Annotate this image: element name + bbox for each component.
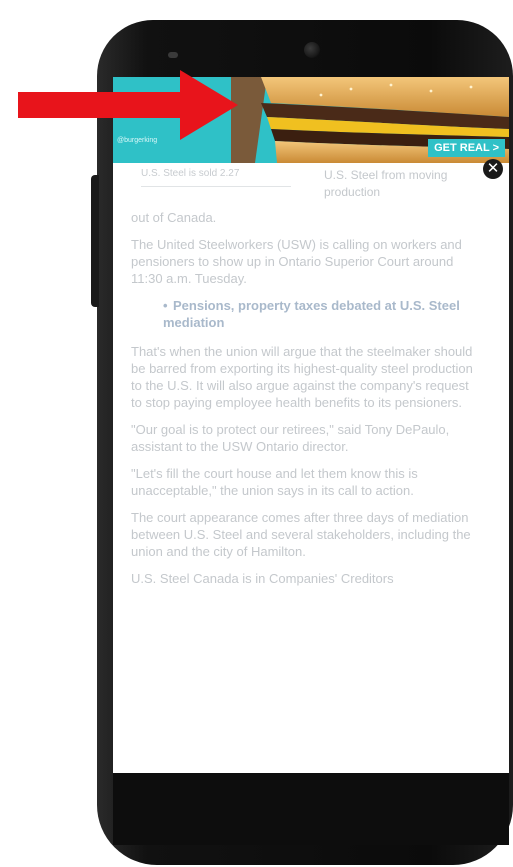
article-paragraph: "Let's fill the court house and let them…	[131, 466, 418, 498]
article-text-fragment: U.S. Steel from moving production	[324, 168, 448, 199]
image-caption: U.S. Steel is sold 2.27	[141, 165, 291, 187]
related-article-link[interactable]: • Pensions, property taxes debated at U.S…	[163, 297, 483, 331]
article-paragraph: "Our goal is to protect our retirees," s…	[131, 422, 450, 454]
article-paragraph: U.S. Steel Canada is in Companies' Credi…	[131, 571, 394, 586]
article-top-row: U.S. Steel is sold 2.27 U.S. Steel from …	[131, 163, 483, 209]
phone-bottom-bezel	[113, 773, 509, 845]
front-camera	[304, 42, 320, 58]
bullet-icon: •	[163, 298, 168, 313]
earpiece-speaker	[168, 52, 178, 58]
get-real-button[interactable]: GET REAL >	[428, 139, 505, 157]
article-paragraph: The United Steelworkers (USW) is calling…	[131, 237, 462, 286]
article-paragraph: The court appearance comes after three d…	[131, 510, 471, 559]
article-body: U.S. Steel is sold 2.27 U.S. Steel from …	[131, 163, 483, 597]
power-button	[91, 175, 99, 307]
related-link-text[interactable]: Pensions, property taxes debated at U.S.…	[163, 298, 460, 330]
article-paragraph: out of Canada.	[131, 210, 217, 225]
phone-screen: @burgerking GET REAL > U.S. Steel is sol…	[113, 77, 509, 773]
article-paragraph: That's when the union will argue that th…	[131, 344, 473, 410]
red-arrow-annotation	[18, 70, 238, 140]
close-icon[interactable]: ✕	[483, 159, 503, 179]
